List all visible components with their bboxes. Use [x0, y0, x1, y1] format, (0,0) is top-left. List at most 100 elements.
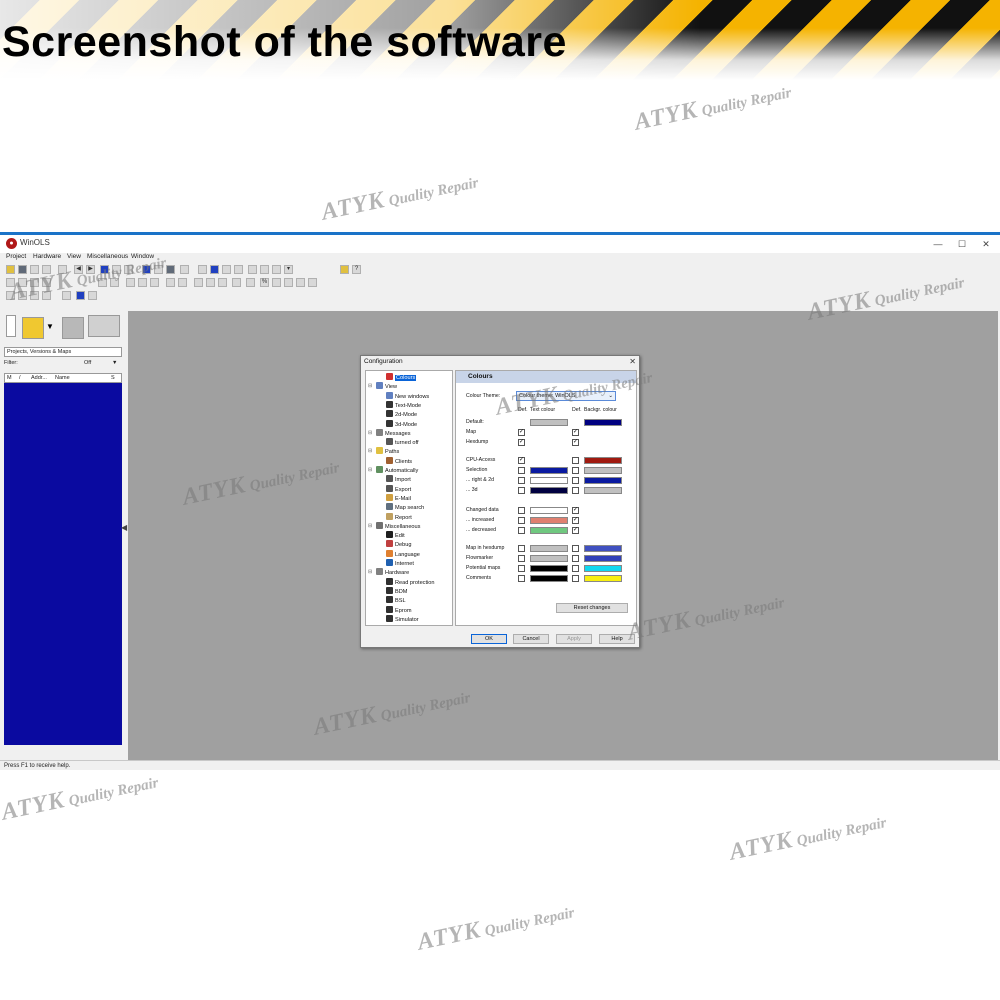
toolbar2-icon-13[interactable] [206, 278, 215, 287]
toolbar2-icon-19[interactable] [296, 278, 305, 287]
bg-colour-swatch[interactable] [584, 419, 622, 426]
text-default-checkbox[interactable] [518, 507, 525, 514]
text-default-checkbox[interactable] [518, 565, 525, 572]
collapse-icon[interactable]: ⊟ [368, 522, 372, 531]
text-colour-swatch[interactable] [530, 517, 568, 524]
tree-item-import[interactable]: Import [386, 475, 411, 484]
tree-item-turned-off[interactable]: turned off [386, 438, 419, 447]
home-icon[interactable] [210, 265, 219, 274]
tree-item-automatically[interactable]: ⊟ Automatically [368, 466, 418, 475]
percent-icon[interactable]: % [260, 278, 269, 287]
col-slash[interactable]: / [19, 374, 21, 382]
bg-colour-swatch[interactable] [584, 467, 622, 474]
toolbar3-icon-7[interactable] [88, 291, 97, 300]
text-default-checkbox[interactable]: ✓ [518, 439, 525, 446]
text-colour-swatch[interactable] [530, 467, 568, 474]
text-default-checkbox[interactable] [518, 527, 525, 534]
close-window-button[interactable]: ✕ [974, 236, 998, 252]
collapse-icon[interactable]: ⊟ [368, 429, 372, 438]
text-colour-swatch[interactable] [530, 487, 568, 494]
toolbar2-icon-18[interactable] [284, 278, 293, 287]
text-default-checkbox[interactable] [518, 487, 525, 494]
text-default-checkbox[interactable] [518, 517, 525, 524]
minimize-button[interactable]: — [926, 236, 950, 252]
toolbar-icon-12[interactable] [222, 265, 231, 274]
bg-default-checkbox[interactable] [572, 457, 579, 464]
bg-colour-swatch[interactable] [584, 575, 622, 582]
reset-changes-button[interactable]: Reset changes [556, 603, 628, 613]
cancel-button[interactable]: Cancel [513, 634, 549, 644]
bg-colour-swatch[interactable] [584, 487, 622, 494]
text-default-checkbox[interactable] [518, 575, 525, 582]
chevron-down-icon[interactable]: ▾ [284, 265, 293, 274]
tree-item-e-mail[interactable]: E-Mail [386, 493, 411, 503]
bg-default-checkbox[interactable]: ✓ [572, 527, 579, 534]
tree-item-eprom[interactable]: Eprom [386, 605, 411, 615]
help-icon[interactable]: ? [352, 265, 361, 274]
toolbar-icon-14[interactable] [248, 265, 257, 274]
tree-item-internet[interactable]: Internet [386, 559, 414, 568]
chevron-down-icon[interactable]: ▼ [112, 360, 117, 366]
tree-item-simulator[interactable]: Simulator [386, 614, 419, 624]
tree-item-report[interactable]: Report [386, 512, 412, 522]
col-m[interactable]: M [7, 374, 12, 382]
tree-item-colours[interactable]: Colours [386, 373, 417, 382]
toolbar-icon-11[interactable] [198, 265, 207, 274]
tree-item-bsl[interactable]: BSL [386, 596, 406, 605]
toolbar-icon-15[interactable] [260, 265, 269, 274]
tree-item-language[interactable]: Language [386, 549, 420, 559]
project-select[interactable]: Projects, Versions & Maps [4, 347, 122, 357]
text-default-checkbox[interactable]: ✓ [518, 429, 525, 436]
bg-default-checkbox[interactable]: ✓ [572, 429, 579, 436]
toolbar-icon-1[interactable] [6, 265, 15, 274]
toolbar2-icon-10[interactable] [166, 278, 175, 287]
tree-item-debug[interactable]: Debug [386, 540, 411, 549]
text-colour-swatch[interactable] [530, 419, 568, 426]
project-list[interactable] [4, 383, 122, 745]
tree-item-edit[interactable]: Edit [386, 531, 405, 540]
menu-view[interactable]: View [67, 253, 81, 260]
tree-item-map-search[interactable]: Map search [386, 503, 424, 512]
open-folder-icon[interactable] [22, 317, 44, 339]
bg-default-checkbox[interactable]: ✓ [572, 507, 579, 514]
collapse-icon[interactable]: ⊟ [368, 466, 372, 475]
bg-colour-swatch[interactable] [584, 555, 622, 562]
toolbar2-icon-11[interactable] [178, 278, 187, 287]
text-default-checkbox[interactable] [518, 545, 525, 552]
collapse-icon[interactable]: ⊟ [368, 447, 372, 456]
bg-default-checkbox[interactable] [572, 477, 579, 484]
text-default-checkbox[interactable] [518, 477, 525, 484]
tree-item-export[interactable]: Export [386, 484, 411, 494]
toolbar-icon-16[interactable] [272, 265, 281, 274]
toolbar-group-icon[interactable] [88, 315, 120, 337]
maximize-button[interactable]: ☐ [950, 236, 974, 252]
tree-item-2d-mode[interactable]: 2d-Mode [386, 410, 417, 419]
text-default-checkbox[interactable]: ✓ [518, 457, 525, 464]
new-file-icon[interactable] [6, 315, 16, 337]
menu-project[interactable]: Project [6, 253, 26, 260]
toolbar2-icon-15[interactable] [232, 278, 241, 287]
bg-colour-swatch[interactable] [584, 545, 622, 552]
bg-colour-swatch[interactable] [584, 477, 622, 484]
tree-item-paths[interactable]: ⊟ Paths [368, 447, 399, 456]
project-icon[interactable] [62, 317, 84, 339]
bg-default-checkbox[interactable] [572, 565, 579, 572]
toolbar-icon-10[interactable] [180, 265, 189, 274]
bg-default-checkbox[interactable] [572, 467, 579, 474]
text-default-checkbox[interactable] [518, 555, 525, 562]
tree-item-hardware[interactable]: ⊟ Hardware [368, 568, 409, 577]
tree-item-3d-mode[interactable]: 3d-Mode [386, 419, 417, 429]
text-colour-swatch[interactable] [530, 545, 568, 552]
tree-item-text-mode[interactable]: Text-Mode [386, 400, 421, 410]
toolbar2-icon-17[interactable] [272, 278, 281, 287]
tree-item-miscellaneous[interactable]: ⊟ Miscellaneous [368, 521, 420, 531]
toolbar2-icon-14[interactable] [218, 278, 227, 287]
text-colour-swatch[interactable] [530, 575, 568, 582]
bg-default-checkbox[interactable] [572, 575, 579, 582]
bg-default-checkbox[interactable] [572, 487, 579, 494]
ok-button[interactable]: OK [471, 634, 507, 644]
tree-item-bdm[interactable]: BDM [386, 586, 407, 596]
tree-item-new-windows[interactable]: New windows [386, 391, 429, 401]
toolbar2-icon-16[interactable] [246, 278, 255, 287]
tree-item-clients[interactable]: Clients [386, 456, 412, 466]
